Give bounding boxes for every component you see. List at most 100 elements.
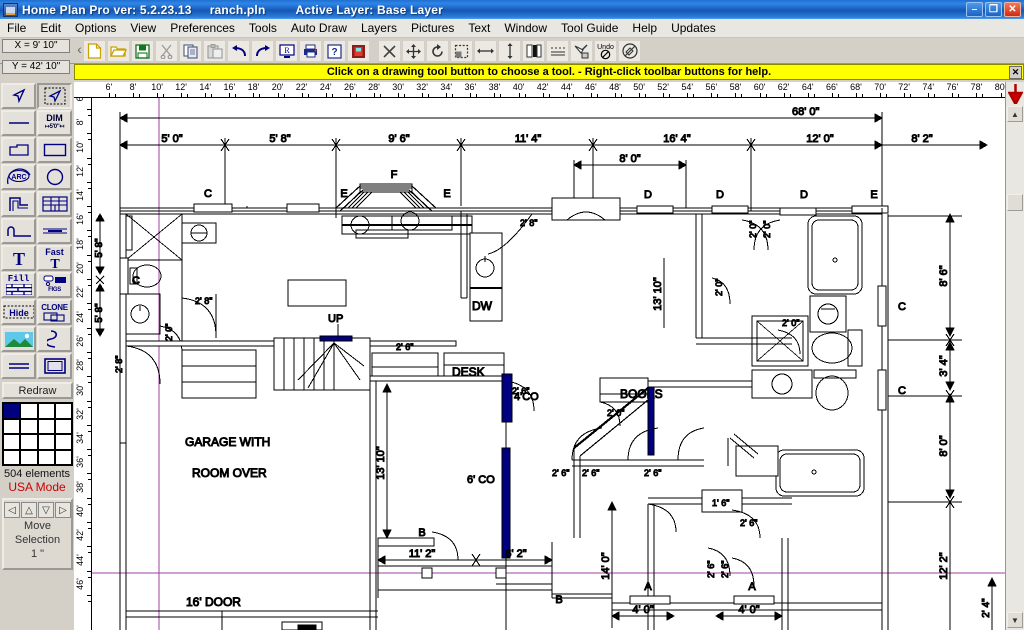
move-up-button[interactable]: △: [21, 502, 37, 518]
menu-item-auto-draw[interactable]: Auto Draw: [284, 20, 354, 36]
menu-item-preferences[interactable]: Preferences: [163, 20, 242, 36]
vertical-ruler[interactable]: 6' 8' 10' 12' 14' 16' 18' 20' 22' 24' 26' 28' 30' 32'…: [74, 98, 92, 630]
rotate-icon[interactable]: [426, 40, 449, 62]
mirror-icon[interactable]: [522, 40, 545, 62]
close-button[interactable]: ✕: [1004, 2, 1021, 17]
color-swatch-5[interactable]: [20, 418, 38, 434]
save-disk-icon[interactable]: [131, 40, 154, 62]
color-swatch-15[interactable]: [54, 449, 72, 465]
horizontal-resize-icon[interactable]: [474, 40, 497, 62]
vertical-resize-icon[interactable]: [498, 40, 521, 62]
select-arrow-tool[interactable]: [1, 83, 36, 109]
menu-item-edit[interactable]: Edit: [33, 20, 68, 36]
redraw-button[interactable]: Redraw: [2, 382, 73, 399]
color-swatch-4[interactable]: [3, 418, 21, 434]
menu-item-layers[interactable]: Layers: [354, 20, 404, 36]
new-file-icon[interactable]: [83, 40, 106, 62]
properties-icon[interactable]: [570, 40, 593, 62]
color-swatch-1[interactable]: [20, 403, 38, 419]
vertical-scrollbar[interactable]: ▲ ▼: [1005, 82, 1024, 630]
rectangle-tool[interactable]: [37, 137, 72, 163]
hint-close-button[interactable]: ✕: [1009, 66, 1022, 79]
picture-tool[interactable]: [1, 326, 36, 352]
scroll-down-button[interactable]: ▼: [1007, 612, 1023, 628]
polyline-tool[interactable]: [1, 137, 36, 163]
screen-r-icon[interactable]: R: [275, 40, 298, 62]
undo-zero-icon[interactable]: Undo: [594, 40, 617, 62]
double-line-tool[interactable]: [1, 353, 36, 379]
color-swatch-12[interactable]: [3, 449, 21, 465]
dimension-tool[interactable]: DIM ↦5'0"↤: [37, 110, 72, 136]
fast-text-tool[interactable]: Fast T: [37, 245, 72, 271]
menu-item-pictures[interactable]: Pictures: [404, 20, 461, 36]
dashes-icon[interactable]: [546, 40, 569, 62]
maximize-button[interactable]: ❐: [985, 2, 1002, 17]
hruler-tick-48: [614, 93, 616, 97]
color-swatch-13[interactable]: [20, 449, 38, 465]
copy-icon[interactable]: [179, 40, 202, 62]
tag-E-left: E: [340, 188, 347, 200]
fill-tool[interactable]: Fill: [1, 272, 36, 298]
menu-item-tool-guide[interactable]: Tool Guide: [554, 20, 625, 36]
menu-item-window[interactable]: Window: [497, 20, 554, 36]
menu-item-updates[interactable]: Updates: [664, 20, 723, 36]
move-left-button[interactable]: ◁: [4, 502, 20, 518]
help-question-icon[interactable]: ?: [323, 40, 346, 62]
select-box-arrow-tool[interactable]: [37, 83, 72, 109]
move-right-button[interactable]: ▷: [55, 502, 71, 518]
horizontal-ruler[interactable]: 6' 8' 10' 12' 14' 16' 18' 20' 22' 24' 26' 28' 30' 32'…: [74, 82, 1024, 98]
color-swatch-7[interactable]: [54, 418, 72, 434]
color-swatch-3[interactable]: [54, 403, 72, 419]
move-down-button[interactable]: ▽: [38, 502, 54, 518]
circle-tool[interactable]: [37, 164, 72, 190]
figures-tool[interactable]: FIGS: [37, 272, 72, 298]
hide-tool[interactable]: Hide: [1, 299, 36, 325]
menu-item-view[interactable]: View: [123, 20, 163, 36]
vruler-label-14: 14': [75, 189, 85, 201]
hruler-minor-tick-26: [355, 94, 357, 97]
hruler-minor-tick-18: [259, 94, 261, 97]
scroll-up-button[interactable]: ▲: [1007, 106, 1023, 122]
color-swatch-9[interactable]: [20, 434, 38, 450]
move-cross-icon[interactable]: [402, 40, 425, 62]
color-swatch-11[interactable]: [54, 434, 72, 450]
menu-item-file[interactable]: File: [0, 20, 33, 36]
door-w-8: 2' 6": [552, 468, 569, 478]
color-swatch-10[interactable]: [37, 434, 55, 450]
clone-tool[interactable]: CLONE: [37, 299, 72, 325]
scroll-thumb[interactable]: [1007, 194, 1023, 211]
color-swatch-14[interactable]: [37, 449, 55, 465]
paste-icon[interactable]: [203, 40, 226, 62]
no-draw-icon[interactable]: [618, 40, 641, 62]
curve-tool[interactable]: [37, 326, 72, 352]
door-color-icon[interactable]: [347, 40, 370, 62]
line-tool[interactable]: [1, 110, 36, 136]
color-swatch-8[interactable]: [3, 434, 21, 450]
color-swatch-grid[interactable]: [2, 402, 73, 466]
redo-arrow-icon[interactable]: [251, 40, 274, 62]
frame-tool[interactable]: [37, 353, 72, 379]
door-w-3: 2' 8": [114, 356, 124, 373]
color-swatch-2[interactable]: [37, 403, 55, 419]
menu-item-text[interactable]: Text: [461, 20, 497, 36]
cut-scissors-icon[interactable]: [155, 40, 178, 62]
menu-item-tools[interactable]: Tools: [242, 20, 284, 36]
minimize-button[interactable]: –: [966, 2, 983, 17]
color-swatch-0[interactable]: [3, 403, 21, 419]
undo-arrow-icon[interactable]: [227, 40, 250, 62]
wall-tool[interactable]: [1, 191, 36, 217]
printer-icon[interactable]: [299, 40, 322, 62]
vruler-minor-tick-8: [88, 139, 91, 141]
window-grid-tool[interactable]: [37, 191, 72, 217]
menu-item-help[interactable]: Help: [625, 20, 664, 36]
arc-tool[interactable]: ARC: [1, 164, 36, 190]
delete-x-icon[interactable]: [378, 40, 401, 62]
menu-item-options[interactable]: Options: [68, 20, 123, 36]
color-swatch-6[interactable]: [37, 418, 55, 434]
text-tool[interactable]: T: [1, 245, 36, 271]
stair-tool[interactable]: [1, 218, 36, 244]
select-area-icon[interactable]: [450, 40, 473, 62]
floor-plan-canvas[interactable]: 68' 0" 5' 0" 5' 8" 9' 6" 11' 4" 16' 4" 1…: [92, 98, 1005, 630]
open-folder-icon[interactable]: [107, 40, 130, 62]
door-tool[interactable]: [37, 218, 72, 244]
